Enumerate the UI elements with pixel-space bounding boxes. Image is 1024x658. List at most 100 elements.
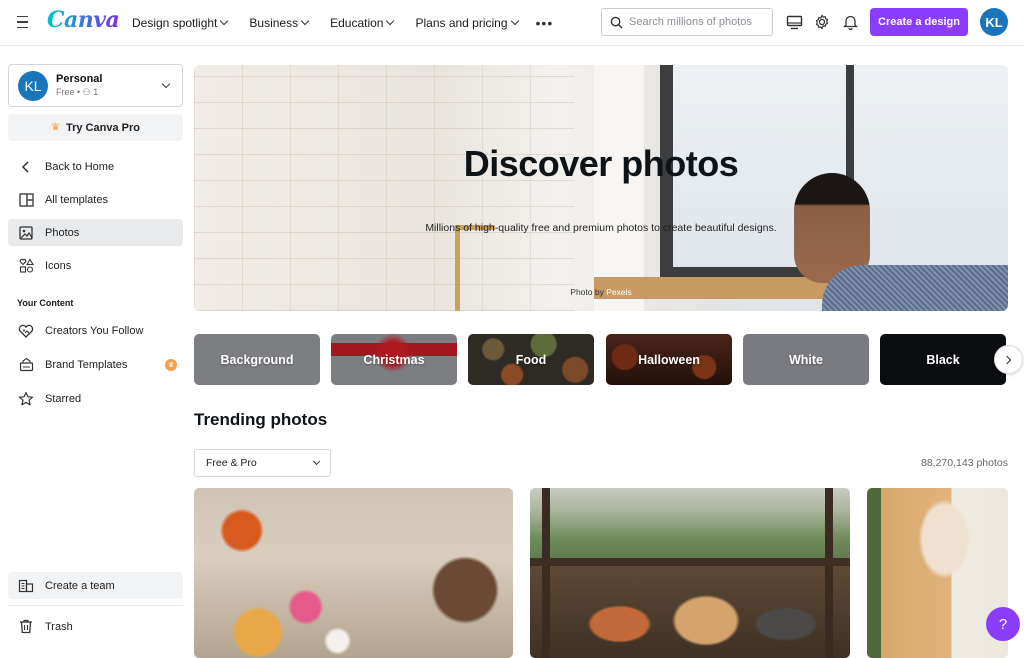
category-label: Black xyxy=(926,352,960,367)
nav-label: Business xyxy=(249,16,299,30)
sidebar-item-label: Brand Templates xyxy=(45,358,128,371)
your-content-heading: Your Content xyxy=(17,298,74,308)
category-label: Christmas xyxy=(363,352,425,367)
sidebar-item-back-home[interactable]: Back to Home xyxy=(8,153,183,180)
hero-brick-wall xyxy=(194,65,574,311)
sidebar-item-label: Starred xyxy=(45,392,82,405)
category-label: White xyxy=(788,352,824,367)
chevron-left-icon xyxy=(18,159,34,175)
canva-logo[interactable]: Canva xyxy=(47,7,120,33)
chevron-down-icon xyxy=(312,457,321,466)
try-pro-label: Try Canva Pro xyxy=(65,121,140,134)
nav-label: Design spotlight xyxy=(132,16,218,30)
sidebar-item-icons[interactable]: Icons xyxy=(8,252,183,279)
pro-crown-badge-icon: ♛ xyxy=(165,358,177,371)
category-label: Halloween xyxy=(638,352,700,367)
member-icon: ⚇ xyxy=(82,87,91,97)
sidebar-item-label: Create a team xyxy=(45,579,115,592)
swing-post xyxy=(542,488,550,658)
chevron-right-icon xyxy=(1002,355,1012,364)
hero-lamp xyxy=(455,225,460,311)
user-avatar[interactable]: KL xyxy=(980,8,1008,36)
nav-education[interactable]: Education xyxy=(330,16,395,30)
hero-title: Discover photos xyxy=(463,143,739,184)
chevron-down-icon xyxy=(161,79,171,88)
categories-next-button[interactable] xyxy=(994,345,1023,374)
category-white[interactable]: White xyxy=(743,334,869,385)
hero-subtitle: Millions of high-quality free and premiu… xyxy=(425,222,777,234)
nav-business[interactable]: Business xyxy=(249,16,310,30)
heart-icon xyxy=(18,323,34,339)
sidebar-item-label: Trash xyxy=(45,620,73,633)
try-canva-pro-button[interactable]: ♛ Try Canva Pro xyxy=(8,114,183,141)
sidebar-item-starred[interactable]: Starred xyxy=(8,385,183,412)
search-input[interactable] xyxy=(629,16,759,28)
hero-banner: Discover photos Millions of high-quality… xyxy=(194,65,1008,311)
help-button[interactable]: ? xyxy=(986,607,1020,641)
team-icon xyxy=(18,578,34,594)
notifications-bell-icon[interactable] xyxy=(840,12,860,32)
account-avatar: KL xyxy=(18,70,48,101)
pexels-link[interactable]: Pexels xyxy=(606,287,632,297)
create-design-button[interactable]: Create a design xyxy=(870,8,968,36)
sidebar-item-all-templates[interactable]: All templates xyxy=(8,186,183,213)
hero-pillar xyxy=(594,65,644,311)
desktop-app-icon[interactable] xyxy=(784,12,804,32)
filter-value: Free & Pro xyxy=(206,457,257,469)
swing-post xyxy=(825,488,833,658)
member-count: 1 xyxy=(93,87,99,97)
account-switcher[interactable]: KL Personal Free • ⚇ 1 xyxy=(8,64,183,107)
menu-icon[interactable] xyxy=(13,12,33,32)
category-label: Background xyxy=(220,352,294,367)
brand-kit-icon xyxy=(18,357,34,373)
nav-design-spotlight[interactable]: Design spotlight xyxy=(132,16,229,30)
nav-label: Plans and pricing xyxy=(415,16,508,30)
shapes-icon xyxy=(18,258,34,274)
chevron-down-icon xyxy=(300,16,310,26)
sidebar-divider xyxy=(8,605,183,606)
sidebar-item-label: Photos xyxy=(45,226,80,239)
trending-photo-3[interactable] xyxy=(867,488,1008,658)
railing xyxy=(530,558,850,566)
settings-gear-icon[interactable] xyxy=(812,12,832,32)
photo-credit: Photo by Pexels xyxy=(194,287,1008,297)
sidebar-item-brand-templates[interactable]: Brand Templates ♛ xyxy=(8,351,183,378)
nav-plans-pricing[interactable]: Plans and pricing xyxy=(415,16,519,30)
sidebar-item-creators-you-follow[interactable]: Creators You Follow xyxy=(8,317,183,344)
category-background[interactable]: Background xyxy=(194,334,320,385)
credit-prefix: Photo by xyxy=(570,287,607,297)
sidebar-item-create-team[interactable]: Create a team xyxy=(8,572,183,599)
license-filter-dropdown[interactable]: Free & Pro xyxy=(194,449,331,477)
plan-label: Free xyxy=(56,87,75,97)
more-options-icon[interactable]: ••• xyxy=(536,15,554,31)
templates-icon xyxy=(18,192,34,208)
trending-photo-2[interactable] xyxy=(530,488,850,658)
search-box[interactable] xyxy=(601,8,773,36)
category-christmas[interactable]: Christmas xyxy=(331,334,457,385)
sidebar-item-label: Back to Home xyxy=(45,160,115,173)
sidebar: KL Personal Free • ⚇ 1 ♛ Try Canva Pro B… xyxy=(0,47,190,650)
chevron-down-icon xyxy=(510,16,519,26)
account-name: Personal xyxy=(56,73,103,85)
sidebar-item-label: Creators You Follow xyxy=(45,324,144,337)
category-halloween[interactable]: Halloween xyxy=(606,334,732,385)
sidebar-item-photos[interactable]: Photos xyxy=(8,219,183,246)
crown-icon: ♛ xyxy=(51,122,60,133)
search-icon xyxy=(610,16,623,29)
trash-icon xyxy=(18,619,34,635)
photo-count: 88,270,143 photos xyxy=(921,457,1008,469)
trending-heading: Trending photos xyxy=(194,410,328,429)
trending-photo-1[interactable] xyxy=(194,488,513,658)
photo-icon xyxy=(18,225,34,241)
star-icon xyxy=(18,391,34,407)
top-bar: Canva Design spotlight Business Educatio… xyxy=(0,0,1024,46)
category-food[interactable]: Food xyxy=(468,334,594,385)
nav-label: Education xyxy=(330,16,384,30)
category-label: Food xyxy=(515,352,547,367)
sidebar-item-label: Icons xyxy=(45,259,72,272)
category-black[interactable]: Black xyxy=(880,334,1006,385)
chevron-down-icon xyxy=(386,16,395,26)
chevron-down-icon xyxy=(220,16,229,26)
sidebar-item-label: All templates xyxy=(45,193,108,206)
sidebar-item-trash[interactable]: Trash xyxy=(8,613,183,640)
